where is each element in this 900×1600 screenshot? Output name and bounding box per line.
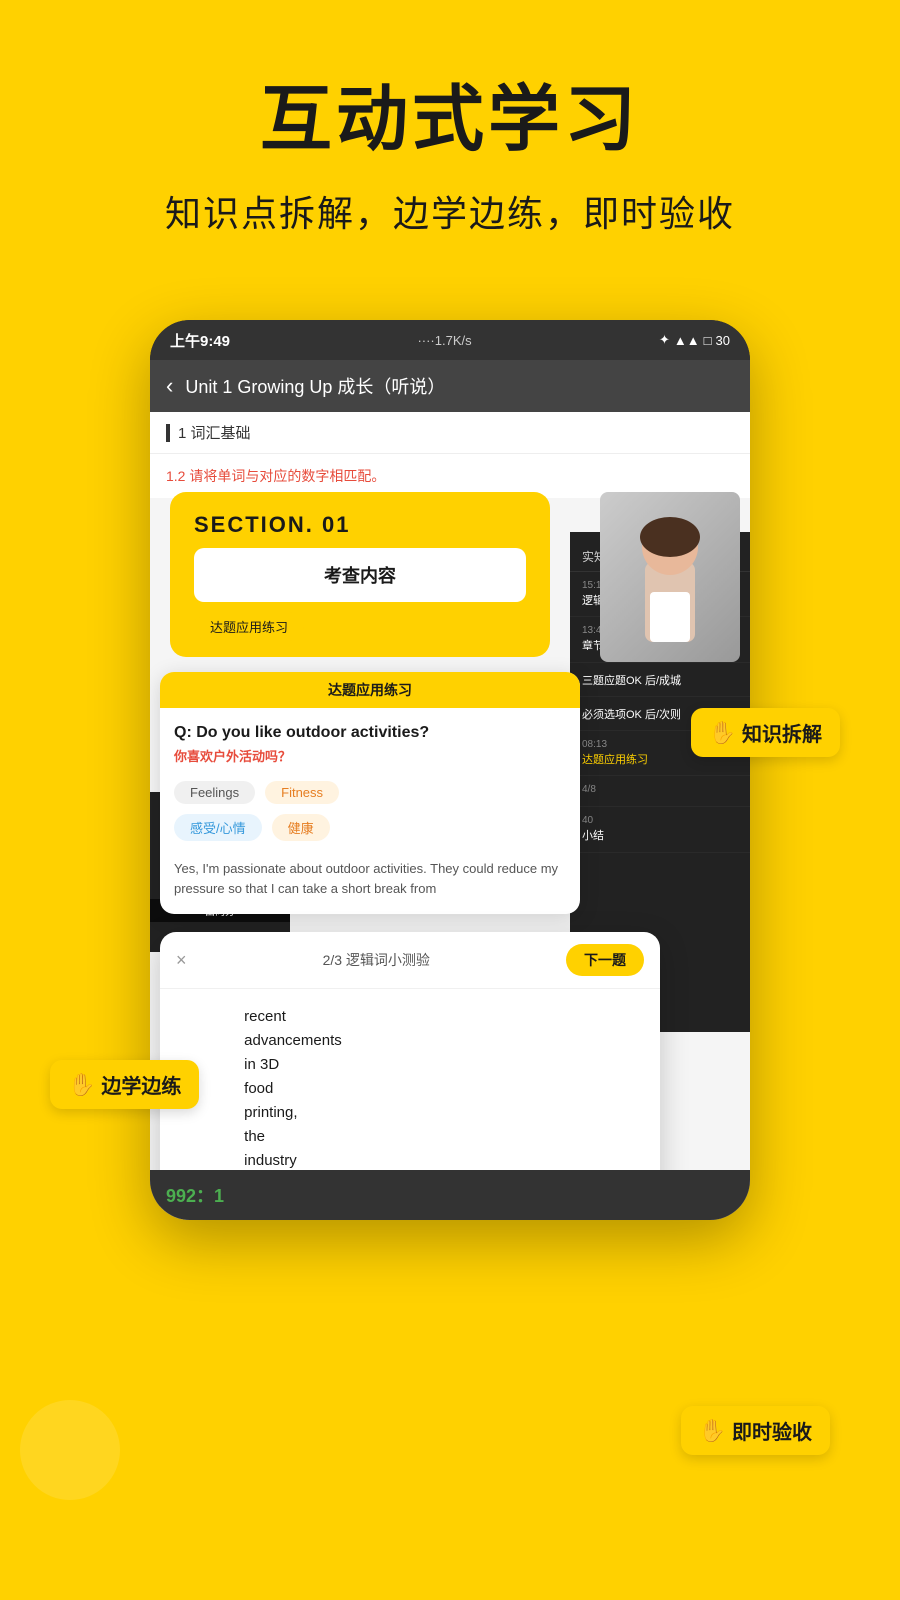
practice-opt-feelings-cn: 感受/心情 bbox=[174, 814, 262, 841]
quiz-next-button[interactable]: 下一题 bbox=[566, 944, 644, 976]
section-label: SECTION. 01 bbox=[194, 512, 526, 538]
section-content: 考查内容 bbox=[194, 548, 526, 602]
status-time: 上午9:49 bbox=[170, 330, 230, 351]
practice-options-row: Feelings Fitness bbox=[160, 781, 580, 804]
phone-mockup: 上午9:49 ····1.7K/s ✦ ▲▲ □ 30 ‹ Unit 1 Gro… bbox=[150, 320, 750, 1220]
vocab-header: 1 词汇基础 bbox=[150, 412, 750, 454]
sub-title: 知识点拆解，边学边练，即时验收 bbox=[40, 185, 860, 237]
quiz-progress: 2/3 逻辑词小测验 bbox=[323, 950, 430, 970]
status-network: ····1.7K/s bbox=[417, 333, 471, 348]
verify-label-text: 即时验收 bbox=[732, 1416, 812, 1445]
course-item-7-time: 40 bbox=[582, 815, 738, 826]
course-item-3[interactable]: 三题应题OK 后/成城 bbox=[570, 663, 750, 697]
phone-content: 1 词汇基础 1.2 请将单词与对应的数字相匹配。 SECTION. 01 考查… bbox=[150, 412, 750, 1220]
status-bar: 上午9:49 ····1.7K/s ✦ ▲▲ □ 30 bbox=[150, 320, 750, 360]
course-item-6[interactable]: 4/8 bbox=[570, 776, 750, 807]
vocab-label: 1 词汇基础 bbox=[178, 422, 251, 443]
section-content-text: 考查内容 bbox=[324, 566, 396, 586]
hand-wave-icon-3: ✋ bbox=[699, 1418, 726, 1444]
section-card: SECTION. 01 考查内容 达题应用练习 bbox=[170, 492, 550, 657]
section-sub-label: 1.2 请将单词与对应的数字相匹配。 bbox=[166, 468, 385, 484]
knowledge-label-text: 知识拆解 bbox=[742, 718, 822, 747]
teacher-thumbnail bbox=[600, 492, 740, 662]
practice-label-text: 边学边练 bbox=[101, 1070, 181, 1099]
practice-q-text: Q: Do you like outdoor activities? bbox=[174, 722, 566, 744]
float-label-verify: ✋ 即时验收 bbox=[681, 1406, 830, 1455]
practice-opt-fitness: Fitness bbox=[265, 781, 339, 804]
practice-header: 达题应用练习 bbox=[160, 672, 580, 708]
status-right: ✦ ▲▲ □ 30 bbox=[659, 332, 730, 348]
float-label-knowledge: ✋ 知识拆解 bbox=[691, 708, 840, 757]
practice-card: 达题应用练习 Q: Do you like outdoor activities… bbox=[160, 672, 580, 914]
hand-wave-icon-2: ✋ bbox=[68, 1072, 95, 1098]
back-button[interactable]: ‹ bbox=[166, 373, 173, 399]
bluetooth-icon: ✦ bbox=[659, 332, 670, 348]
quiz-header: × 2/3 逻辑词小测验 下一题 bbox=[160, 932, 660, 989]
bg-decoration-circle-3 bbox=[20, 1400, 120, 1500]
float-label-practice: ✋ 边学边练 bbox=[50, 1060, 199, 1109]
practice-opt-fitness-cn: 健康 bbox=[272, 814, 330, 841]
battery-level: 30 bbox=[716, 333, 730, 348]
section-badge: 达题应用练习 bbox=[194, 612, 304, 641]
vocab-marker bbox=[166, 424, 170, 442]
course-item-7[interactable]: 40 小结 bbox=[570, 807, 750, 852]
bottom-bar: 992：1 bbox=[150, 1170, 750, 1220]
top-section: 互动式学习 知识点拆解，边学边练，即时验收 bbox=[0, 0, 900, 267]
practice-answer-text: Yes, I'm passionate about outdoor activi… bbox=[160, 851, 580, 915]
practice-options-cn-row: 感受/心情 健康 bbox=[160, 814, 580, 841]
teacher-figure-svg bbox=[620, 502, 720, 652]
nav-title: Unit 1 Growing Up 成长（听说） bbox=[185, 373, 734, 399]
practice-question: Q: Do you like outdoor activities? 你喜欢户外… bbox=[160, 708, 580, 781]
main-title: 互动式学习 bbox=[40, 60, 860, 165]
wifi-icon: ▲▲ bbox=[674, 333, 700, 348]
practice-q-cn: 你喜欢户外活动吗？ bbox=[174, 748, 566, 766]
nav-bar: ‹ Unit 1 Growing Up 成长（听说） bbox=[150, 360, 750, 412]
course-item-6-time: 4/8 bbox=[582, 784, 738, 795]
battery-icon: □ bbox=[704, 333, 712, 348]
quiz-close-button[interactable]: × bbox=[176, 950, 187, 971]
practice-opt-feelings: Feelings bbox=[174, 781, 255, 804]
hand-wave-icon-1: ✋ bbox=[709, 720, 736, 746]
course-item-7-name: 小结 bbox=[582, 829, 738, 843]
course-item-3-name: 三题应题OK 后/成城 bbox=[582, 674, 738, 688]
bottom-counter: 992：1 bbox=[166, 1182, 224, 1208]
